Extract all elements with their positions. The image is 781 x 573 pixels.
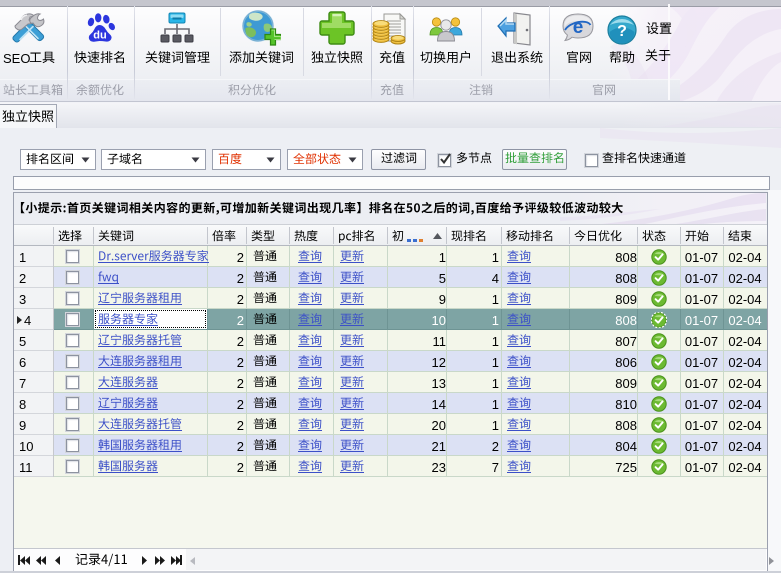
svg-text:e: e: [573, 17, 584, 38]
svg-text:du: du: [93, 30, 106, 42]
svg-text:?: ?: [617, 23, 627, 40]
